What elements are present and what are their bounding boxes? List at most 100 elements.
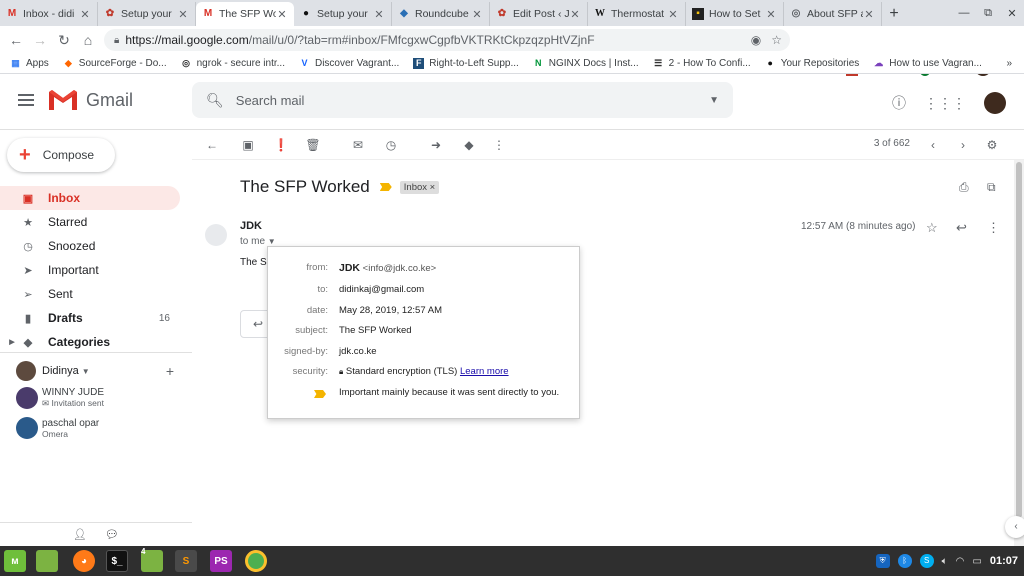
sidebar-item-inbox[interactable]: ▣ Inbox [0,186,180,210]
contact-item[interactable]: WINNY JUDE ✉︎ Invitation sent [0,383,192,413]
expand-arrow-icon[interactable]: ▶ [8,338,16,346]
browser-tab[interactable]: W Thermostat ✕ [588,2,686,26]
status-dropdown-icon[interactable]: ▼ [82,367,90,376]
back-to-inbox-icon[interactable]: ← [204,138,220,152]
terminal-icon[interactable]: $_ [106,550,128,572]
wifi-icon[interactable]: ◠ [956,556,965,567]
archive-icon[interactable]: ▣ [240,138,256,152]
url-field[interactable]: 🔒︎ https://mail.google.com/mail/u/0/?tab… [104,29,790,51]
battery-icon[interactable]: ▭ [972,556,981,567]
sender-name[interactable]: JDK [240,220,262,232]
sidebar-item-sent[interactable]: ➢ Sent [0,282,180,306]
volume-icon[interactable]: 🔈︎ [942,556,948,567]
snooze-icon[interactable]: ◷ [383,138,399,152]
folder-icon[interactable] [36,550,58,572]
phpstorm-icon[interactable]: PS [210,550,232,572]
files-icon[interactable]: 4 [141,547,163,572]
account-avatar[interactable] [984,92,1006,114]
browser-tab[interactable]: ▪ How to Set ✕ [686,2,784,26]
close-tab-icon[interactable]: ✕ [79,8,91,21]
browser-tab[interactable]: ✿ Setup your ✕ [98,2,196,26]
sidebar-item-starred[interactable]: ★ Starred [0,210,180,234]
sidebar-item-categories[interactable]: ▶ ◆ Categories [0,330,180,354]
bookmark-apps[interactable]: ▦ Apps [10,58,49,69]
browser-tab[interactable]: ● Setup your ✕ [294,2,392,26]
browser-tab[interactable]: ✿ Edit Post ‹ J ✕ [490,2,588,26]
open-new-window-icon[interactable]: ⧉ [987,180,996,195]
forward-arrow-icon[interactable]: → [28,32,52,48]
sidebar-item-drafts[interactable]: ▮ Drafts 16 [0,306,180,330]
scrollbar-thumb[interactable] [1016,162,1022,518]
new-chat-icon[interactable]: + [166,363,174,379]
labels-icon[interactable]: ◆ [461,138,477,152]
maximize-icon[interactable]: ⧉ [976,7,1000,20]
sublime-icon[interactable]: S [175,550,197,572]
search-bar[interactable]: 🔍︎ Search mail ▼ [192,82,733,118]
bookmark-sourceforge[interactable]: ◆ SourceForge - Do... [63,58,167,69]
move-to-icon[interactable]: ➜ [428,138,444,152]
newer-chevron-icon[interactable]: ‹ [925,138,941,152]
learn-more-link[interactable]: Learn more [460,366,509,377]
bluetooth-icon[interactable]: ᛒ [897,554,912,568]
firefox-icon[interactable]: ◕ [73,550,95,572]
apps-icon[interactable]: ⋮⋮⋮ [924,95,966,112]
close-tab-icon[interactable]: ✕ [765,8,777,21]
bookmark-howto[interactable]: ☰ 2 - How To Confi... [653,58,751,69]
search-icon[interactable]: 🔍︎ [206,92,224,109]
bookmark-vagrant[interactable]: V Discover Vagrant... [299,58,399,69]
close-tab-icon[interactable]: ✕ [177,8,189,21]
new-tab-button[interactable]: + [882,2,906,26]
sidebar-item-important[interactable]: ➤ Important [0,258,180,282]
close-tab-icon[interactable]: ✕ [569,8,581,21]
minimize-icon[interactable]: — [952,7,976,19]
show-details-icon[interactable]: ▼ [268,237,276,246]
search-input[interactable]: Search mail [236,93,305,108]
close-tab-icon[interactable]: ✕ [863,8,875,21]
message-more-icon[interactable]: ⋮ [987,220,1000,236]
more-bookmarks-icon[interactable]: » [1006,58,1012,69]
contact-item[interactable]: paschal opar Omera [0,413,192,443]
browser-tab[interactable]: ◆ Roundcube ✕ [392,2,490,26]
chrome-icon[interactable] [245,550,267,572]
bookmark-vagrant-2[interactable]: ☁ How to use Vagran... [873,58,982,69]
close-tab-icon[interactable]: ✕ [471,8,483,21]
shield-icon[interactable]: ⛨ [875,554,890,568]
remove-label-icon[interactable]: × [430,182,436,193]
close-window-icon[interactable]: ✕ [1000,7,1024,20]
scrollbar[interactable] [1014,160,1024,546]
browser-tab[interactable]: ◎ About SFP a ✕ [784,2,882,26]
bookmark-rtl[interactable]: F Right-to-Left Supp... [413,58,519,69]
reload-icon[interactable]: ↻ [52,32,76,49]
browser-tab[interactable]: M Inbox - didi ✕ [0,2,98,26]
contacts-tab-icon[interactable]: 👤︎ [73,528,87,541]
back-arrow-icon[interactable]: ← [4,32,28,48]
main-menu-icon[interactable] [18,94,34,109]
hangouts-user[interactable]: Didinya ▼ + [0,359,192,383]
browser-tab-active[interactable]: M The SFP Wo ✕ [196,2,294,26]
home-icon[interactable]: ⌂ [76,32,100,48]
bookmark-nginx[interactable]: N NGINX Docs | Inst... [533,58,639,69]
importance-marker-icon[interactable] [379,183,392,191]
mint-menu-icon[interactable]: ᴍ [4,550,26,572]
more-actions-icon[interactable]: ⋮ [491,138,507,152]
bookmark-ngrok[interactable]: ◎ ngrok - secure intr... [181,58,285,69]
report-spam-icon[interactable]: ❗ [273,138,289,152]
delete-icon[interactable]: 🗑︎ [305,138,321,152]
bookmark-repos[interactable]: ● Your Repositories [765,58,859,69]
clock[interactable]: 01:07 [990,555,1018,567]
search-options-icon[interactable]: ▼ [709,95,719,106]
print-icon[interactable]: ⎙ [959,180,969,195]
mark-unread-icon[interactable]: ✉︎ [350,138,366,152]
hangouts-tab-icon[interactable]: 💬︎ [105,528,119,541]
star-message-icon[interactable]: ☆ [926,220,938,236]
help-icon[interactable]: ⓘ [892,93,906,113]
skype-icon[interactable]: S [919,554,934,568]
older-chevron-icon[interactable]: › [955,138,971,152]
side-panel-toggle-icon[interactable]: ‹ [1005,516,1024,538]
inbox-label-chip[interactable]: Inbox × [399,180,440,194]
gmail-logo[interactable]: Gmail [48,88,133,112]
bookmark-star-icon[interactable]: ☆ [771,33,782,47]
sidebar-item-snoozed[interactable]: ◷ Snoozed [0,234,180,258]
compose-button[interactable]: + Compose [7,138,115,172]
close-tab-icon[interactable]: ✕ [276,8,288,21]
